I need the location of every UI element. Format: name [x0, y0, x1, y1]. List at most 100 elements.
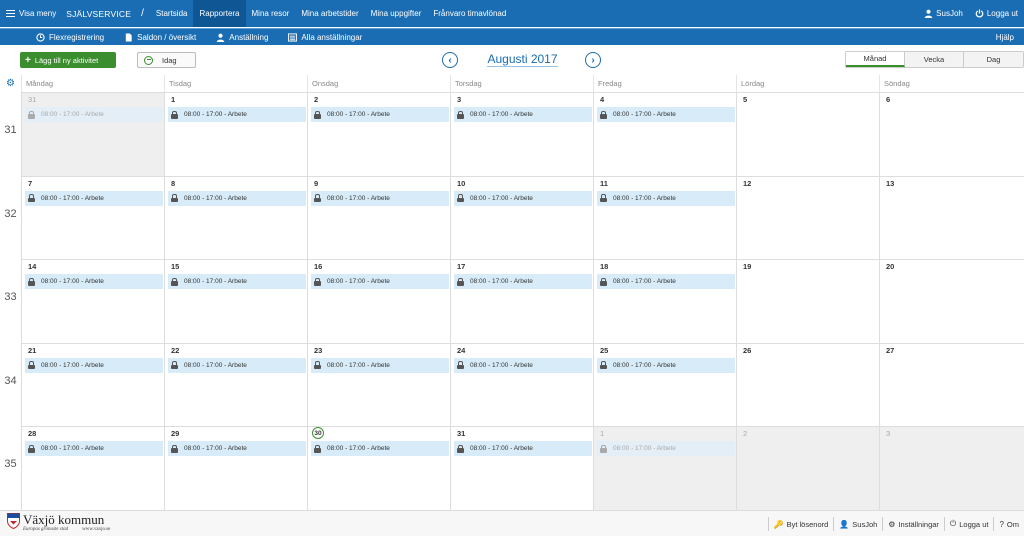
- calendar-day-cell[interactable]: 29 08:00 - 17:00 - Arbete: [164, 426, 307, 510]
- calendar-event[interactable]: 08:00 - 17:00 - Arbete: [168, 357, 306, 373]
- calendar-event[interactable]: 08:00 - 17:00 - Arbete: [311, 357, 449, 373]
- view-day-button[interactable]: Dag: [964, 52, 1023, 67]
- back-circle-icon: [144, 55, 153, 65]
- calendar-day-cell[interactable]: 19: [736, 259, 879, 343]
- calendar-day-cell[interactable]: 21 08:00 - 17:00 - Arbete: [21, 342, 164, 427]
- calendar-event[interactable]: 08:00 - 17:00 - Arbete: [168, 441, 306, 457]
- gear-icon[interactable]: ⚙: [6, 79, 16, 89]
- calendar-day-cell[interactable]: 27: [879, 342, 1024, 427]
- calendar-day-cell[interactable]: 14 08:00 - 17:00 - Arbete: [21, 259, 164, 343]
- calendar-event[interactable]: 08:00 - 17:00 - Arbete: [311, 441, 449, 457]
- calendar-day-cell[interactable]: 1 08:00 - 17:00 - Arbete: [164, 92, 307, 176]
- calendar-event[interactable]: 08:00 - 17:00 - Arbete: [311, 107, 449, 122]
- top-nav-item[interactable]: Mina resor: [246, 0, 296, 27]
- calendar-day-cell[interactable]: 22 08:00 - 17:00 - Arbete: [164, 342, 307, 427]
- calendar-day-cell[interactable]: 7 08:00 - 17:00 - Arbete: [21, 175, 164, 260]
- calendar-event[interactable]: 08:00 - 17:00 - Arbete: [168, 107, 306, 122]
- calendar-day-cell[interactable]: 23 08:00 - 17:00 - Arbete: [307, 342, 450, 427]
- calendar-event[interactable]: 08:00 - 17:00 - Arbete: [454, 190, 592, 206]
- top-nav-item[interactable]: Rapportera: [193, 0, 246, 27]
- calendar-day-cell[interactable]: 16 08:00 - 17:00 - Arbete: [307, 259, 450, 343]
- calendar-event[interactable]: 08:00 - 17:00 - Arbete: [25, 274, 163, 290]
- calendar-day-cell[interactable]: 20: [879, 259, 1024, 343]
- calendar-day-cell[interactable]: 1 08:00 - 17:00 - Arbete: [593, 426, 736, 510]
- calendar-day-cell[interactable]: 31 08:00 - 17:00 - Arbete: [21, 92, 164, 176]
- calendar-day-cell[interactable]: 18 08:00 - 17:00 - Arbete: [593, 259, 736, 343]
- add-activity-button[interactable]: + Lägg till ny aktivitet: [20, 52, 116, 68]
- subnav-flexregistrering[interactable]: Flexregistrering: [26, 33, 114, 42]
- about-link[interactable]: ? Om: [993, 517, 1024, 531]
- help-link[interactable]: Hjälp: [996, 33, 1024, 42]
- calendar-day-cell[interactable]: 11 08:00 - 17:00 - Arbete: [593, 175, 736, 260]
- subnav-anstallning[interactable]: Anställning: [206, 33, 278, 42]
- calendar-day-cell[interactable]: 26: [736, 342, 879, 427]
- calendar-day-cell[interactable]: 15 08:00 - 17:00 - Arbete: [164, 259, 307, 343]
- user-menu[interactable]: SusJoh: [918, 0, 969, 27]
- event-label: 08:00 - 17:00 - Arbete: [327, 278, 390, 286]
- calendar-event[interactable]: 08:00 - 17:00 - Arbete: [311, 274, 449, 290]
- calendar-event[interactable]: 08:00 - 17:00 - Arbete: [597, 190, 735, 206]
- calendar-event[interactable]: 08:00 - 17:00 - Arbete: [597, 357, 735, 373]
- top-nav-item[interactable]: Frånvaro timavlönad: [427, 0, 512, 27]
- calendar-day-cell[interactable]: 4 08:00 - 17:00 - Arbete: [593, 92, 736, 176]
- top-nav-item[interactable]: Mina arbetstider: [295, 0, 364, 27]
- calendar-day-cell[interactable]: 3 08:00 - 17:00 - Arbete: [450, 92, 593, 176]
- calendar-event[interactable]: 08:00 - 17:00 - Arbete: [25, 190, 163, 206]
- power-icon: [975, 9, 984, 18]
- calendar-day-cell[interactable]: 2 08:00 - 17:00 - Arbete: [307, 92, 450, 176]
- calendar-day-cell[interactable]: 12: [736, 175, 879, 260]
- day-number: 18: [600, 262, 609, 272]
- calendar-event[interactable]: 08:00 - 17:00 - Arbete: [168, 190, 306, 206]
- top-nav-item[interactable]: Mina uppgifter: [365, 0, 428, 27]
- calendar-day-cell[interactable]: 24 08:00 - 17:00 - Arbete: [450, 342, 593, 427]
- calendar-event[interactable]: 08:00 - 17:00 - Arbete: [597, 274, 735, 290]
- today-button[interactable]: Idag: [137, 52, 196, 68]
- calendar-day-cell[interactable]: 5: [736, 92, 879, 176]
- menu-toggle-label: Visa meny: [19, 9, 57, 18]
- calendar-event[interactable]: 08:00 - 17:00 - Arbete: [168, 274, 306, 290]
- menu-toggle-button[interactable]: Visa meny: [0, 0, 62, 27]
- change-password-link[interactable]: 🔑 Byt lösenord: [767, 517, 834, 531]
- calendar-day-cell[interactable]: 31 08:00 - 17:00 - Arbete: [450, 426, 593, 510]
- calendar-event[interactable]: 08:00 - 17:00 - Arbete: [454, 441, 592, 457]
- calendar-day-cell[interactable]: 28 08:00 - 17:00 - Arbete: [21, 426, 164, 510]
- settings-link[interactable]: ⚙ Inställningar: [882, 517, 944, 531]
- calendar-day-cell[interactable]: 10 08:00 - 17:00 - Arbete: [450, 175, 593, 260]
- previous-month-button[interactable]: ‹: [442, 52, 458, 68]
- app-brand[interactable]: SJÄLVSERVICE: [62, 0, 135, 27]
- calendar-event[interactable]: 08:00 - 17:00 - Arbete: [25, 107, 163, 122]
- weekday-header-cell: Söndag: [879, 75, 1024, 92]
- next-month-button[interactable]: ›: [585, 52, 601, 68]
- footer-logout-link[interactable]: ⏻ Logga ut: [943, 517, 994, 531]
- calendar-event[interactable]: 08:00 - 17:00 - Arbete: [597, 441, 735, 457]
- calendar-event[interactable]: 08:00 - 17:00 - Arbete: [25, 357, 163, 373]
- calendar-event[interactable]: 08:00 - 17:00 - Arbete: [311, 190, 449, 206]
- subnav-alla-anstallningar[interactable]: Alla anställningar: [278, 33, 372, 42]
- calendar-day-cell[interactable]: 8 08:00 - 17:00 - Arbete: [164, 175, 307, 260]
- vaxjo-logo[interactable]: Växjö kommun Europas grönaste stad www.va…: [7, 513, 110, 532]
- calendar-day-cell[interactable]: 17 08:00 - 17:00 - Arbete: [450, 259, 593, 343]
- calendar-day-cell[interactable]: 13: [879, 175, 1024, 260]
- calendar-day-cell[interactable]: 30 08:00 - 17:00 - Arbete: [307, 426, 450, 510]
- calendar-day-cell[interactable]: 9 08:00 - 17:00 - Arbete: [307, 175, 450, 260]
- view-month-button[interactable]: Månad: [846, 52, 905, 67]
- calendar-event[interactable]: 08:00 - 17:00 - Arbete: [25, 441, 163, 457]
- footer-user-link[interactable]: 👤 SusJoh: [833, 517, 882, 531]
- day-number: 25: [600, 345, 609, 355]
- logout-button[interactable]: Logga ut: [969, 0, 1024, 27]
- subnav-saldon[interactable]: Saldon / översikt: [114, 33, 206, 42]
- calendar-day-cell[interactable]: 25 08:00 - 17:00 - Arbete: [593, 342, 736, 427]
- day-number: 26: [743, 345, 752, 355]
- event-label: 08:00 - 17:00 - Arbete: [470, 361, 533, 369]
- day-number: 13: [886, 178, 895, 188]
- calendar-event[interactable]: 08:00 - 17:00 - Arbete: [597, 107, 735, 122]
- top-nav-item[interactable]: Startsida: [150, 0, 194, 27]
- top-nav-items: Startsida Rapportera Mina resor Mina arbets…: [150, 0, 512, 27]
- calendar-event[interactable]: 08:00 - 17:00 - Arbete: [454, 107, 592, 122]
- calendar-event[interactable]: 08:00 - 17:00 - Arbete: [454, 357, 592, 373]
- calendar-day-cell[interactable]: 2: [736, 426, 879, 510]
- calendar-event[interactable]: 08:00 - 17:00 - Arbete: [454, 274, 592, 290]
- view-week-button[interactable]: Vecka: [905, 52, 964, 67]
- calendar-day-cell[interactable]: 3: [879, 426, 1024, 510]
- calendar-day-cell[interactable]: 6: [879, 92, 1024, 176]
